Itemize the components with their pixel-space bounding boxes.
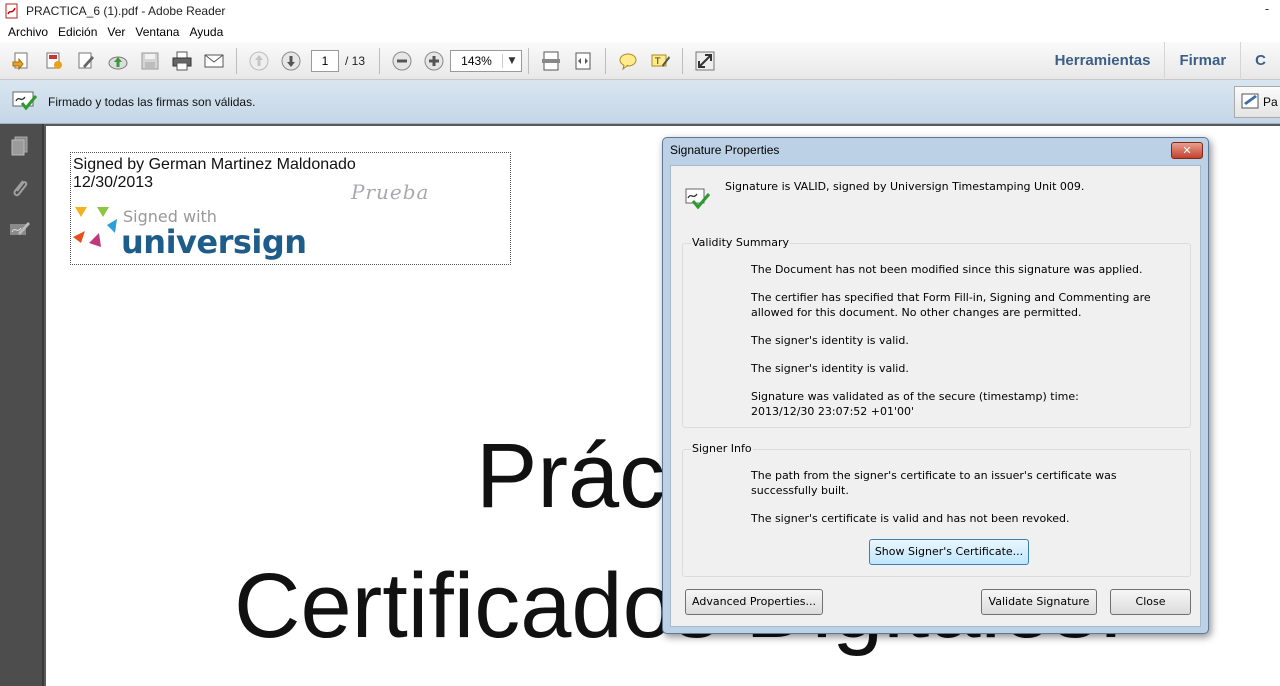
menu-archivo[interactable]: Archivo	[3, 25, 53, 39]
open-file-icon[interactable]	[41, 48, 67, 74]
navigation-pane	[0, 124, 44, 686]
toolbar-separator	[528, 47, 530, 74]
save-icon[interactable]	[137, 48, 163, 74]
fit-width-icon[interactable]	[570, 48, 596, 74]
minimize-button[interactable]: -	[1254, 0, 1280, 18]
signer-info-label: Signer Info	[691, 442, 753, 455]
window-titlebar: PRACTICA_6 (1).pdf - Adobe Reader -	[0, 0, 1280, 22]
zoom-in-icon[interactable]	[421, 48, 447, 74]
highlight-icon[interactable]: T	[647, 48, 673, 74]
chevron-down-icon[interactable]: ▼	[503, 56, 521, 66]
signature-message-bar: Firmado y todas las firmas son válidas. …	[0, 80, 1280, 124]
page-number-input[interactable]: 1	[311, 49, 339, 72]
fit-page-icon[interactable]	[538, 48, 564, 74]
toolbar-separator	[605, 47, 607, 74]
comment-icon[interactable]	[615, 48, 641, 74]
validity-summary-group: Validity Summary The Document has not be…	[682, 236, 1191, 428]
signer-info-item: The path from the signer's certificate t…	[751, 469, 1117, 497]
toolbar-separator	[682, 47, 684, 74]
tools-link[interactable]: Herramientas	[1041, 42, 1165, 80]
zoom-value: 143%	[451, 53, 504, 68]
toolbar-separator	[379, 47, 381, 74]
signed-by-text: Signed by German Martinez Maldonado	[73, 156, 356, 173]
signature-panel-button[interactable]: Pa	[1234, 86, 1280, 118]
signatures-panel-icon[interactable]	[8, 218, 32, 242]
attachments-icon[interactable]	[8, 176, 32, 200]
signature-field[interactable]: Signed by German Martinez Maldonado 12/3…	[70, 152, 511, 265]
menu-ventana[interactable]: Ventana	[130, 25, 184, 39]
toolbar-right-panel: Herramientas Firmar C	[1041, 42, 1280, 80]
advanced-properties-button[interactable]: Advanced Properties...	[685, 589, 823, 615]
validity-timestamp: 2013/12/30 23:07:52 +01'00'	[751, 405, 915, 418]
signer-info-item: The signer's certificate is valid and ha…	[751, 512, 1070, 525]
validity-item: The certifier has specified that Form Fi…	[751, 291, 1151, 319]
logo-brand: universign	[121, 223, 307, 261]
page-thumbnails-icon[interactable]	[8, 134, 32, 158]
svg-text:T: T	[654, 57, 661, 67]
comment-link[interactable]: C	[1240, 42, 1280, 80]
zoom-out-icon[interactable]	[389, 48, 415, 74]
panel-button-label: Pa	[1263, 95, 1278, 109]
page-total: / 13	[345, 53, 366, 68]
menu-ver[interactable]: Ver	[102, 25, 130, 39]
handwritten-signature: Prueba	[351, 180, 430, 204]
print-icon[interactable]	[169, 48, 195, 74]
dialog-title: Signature Properties	[670, 143, 780, 157]
signature-date: 12/30/2013	[73, 174, 154, 191]
validate-signature-button[interactable]: Validate Signature	[981, 589, 1097, 615]
validity-item: The signer's identity is valid.	[751, 334, 909, 347]
signature-valid-icon	[12, 89, 38, 114]
menu-edicion[interactable]: Edición	[53, 25, 102, 39]
window-title: PRACTICA_6 (1).pdf - Adobe Reader	[26, 4, 226, 18]
close-button[interactable]: Close	[1110, 589, 1191, 615]
upload-cloud-icon[interactable]	[105, 48, 131, 74]
dialog-body: Signature is VALID, signed by Universign…	[670, 165, 1201, 627]
email-icon[interactable]	[201, 48, 227, 74]
dialog-close-icon[interactable]: ✕	[1171, 142, 1203, 159]
fullscreen-icon[interactable]	[692, 48, 718, 74]
previous-page-icon[interactable]	[246, 48, 272, 74]
menu-bar: Archivo Edición Ver Ventana Ayuda	[0, 22, 1280, 42]
toolbar-separator	[236, 47, 237, 74]
validity-item: The Document has not been modified since…	[751, 263, 1143, 276]
create-pdf-icon[interactable]	[9, 48, 35, 74]
main-toolbar: 1 / 13 143% ▼ T Herramientas Firmar C	[0, 42, 1280, 80]
next-page-icon[interactable]	[278, 48, 304, 74]
signature-status-message: Signature is VALID, signed by Universign…	[725, 180, 1085, 193]
signature-properties-dialog: Signature Properties ✕ Signature is VALI…	[662, 137, 1209, 634]
validity-item: The signer's identity is valid.	[751, 362, 909, 375]
signature-status-text: Firmado y todas las firmas son válidas.	[48, 94, 256, 109]
show-certificate-button[interactable]: Show Signer's Certificate...	[869, 539, 1029, 565]
universign-logo: Signed with universign	[71, 203, 307, 263]
signature-valid-icon	[685, 186, 711, 213]
dialog-titlebar: Signature Properties ✕	[663, 138, 1208, 162]
signer-info-group: Signer Info The path from the signer's c…	[682, 442, 1191, 577]
validity-item: Signature was validated as of the secure…	[751, 390, 1079, 403]
validity-summary-label: Validity Summary	[691, 236, 791, 249]
zoom-select[interactable]: 143% ▼	[450, 49, 523, 72]
edit-document-icon[interactable]	[73, 48, 99, 74]
menu-ayuda[interactable]: Ayuda	[184, 25, 228, 39]
universign-logo-mark-icon	[73, 207, 117, 247]
pdf-file-icon	[4, 3, 20, 19]
sign-link[interactable]: Firmar	[1164, 42, 1240, 80]
